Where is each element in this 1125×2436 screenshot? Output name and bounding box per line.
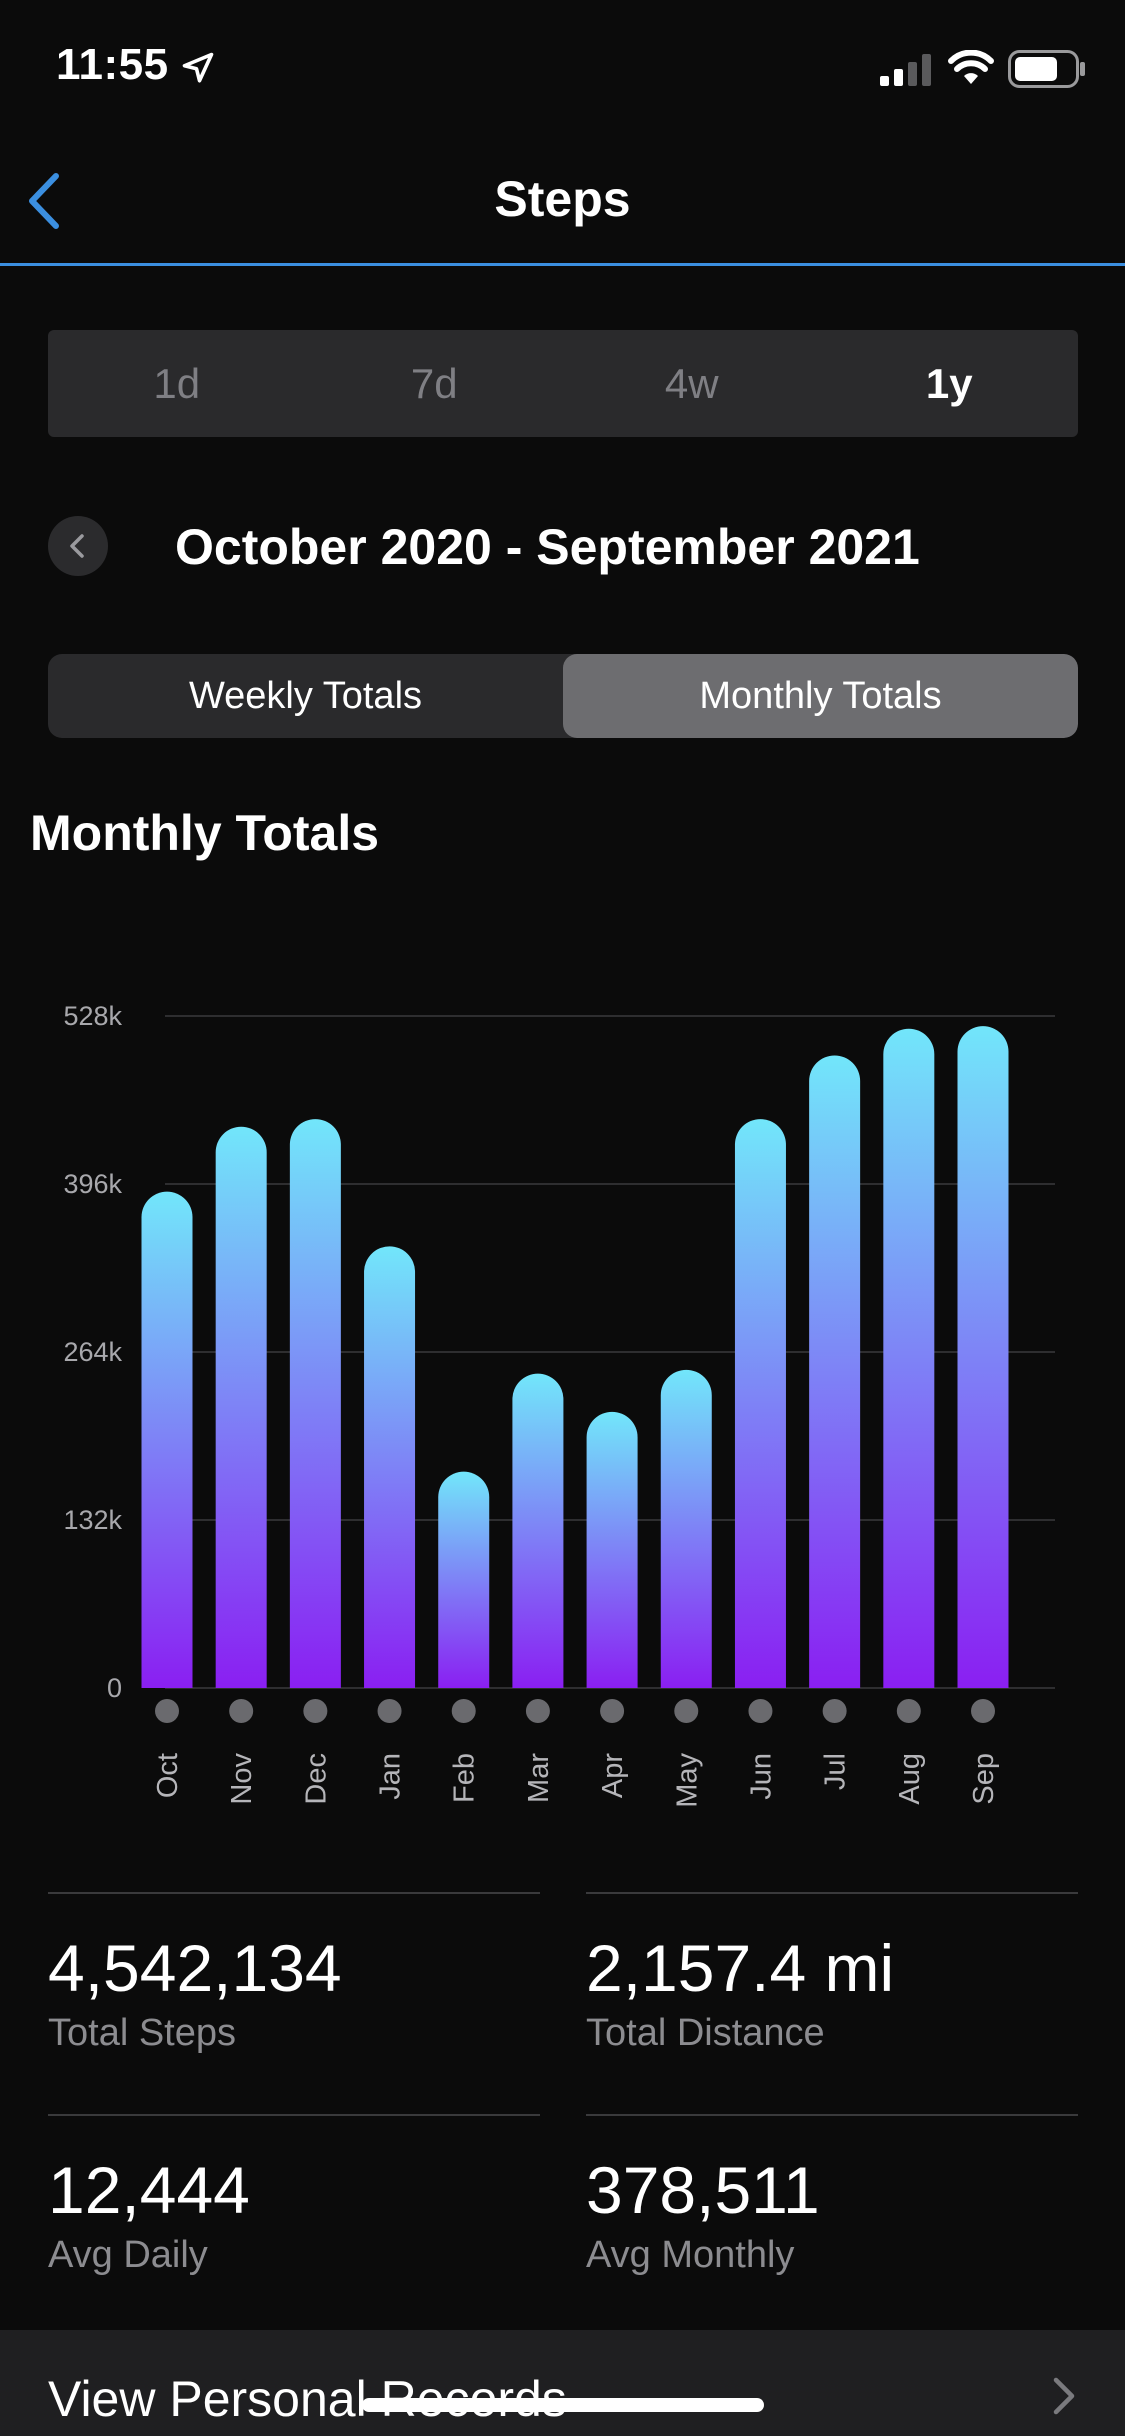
period-tab-7d[interactable]: 7d [306, 330, 564, 437]
x-axis-dot [822, 1699, 847, 1723]
view-personal-records-row[interactable]: View Personal Records [0, 2330, 1125, 2436]
cellular-signal-icon [880, 54, 931, 86]
x-tick-label: Feb [449, 1753, 481, 1803]
x-axis-dot [600, 1699, 625, 1723]
x-axis-dot [377, 1699, 402, 1723]
bar-jun[interactable] [734, 1119, 786, 1688]
x-axis-dot [896, 1699, 921, 1723]
total-distance-stat: 2,157.4 mi Total Distance [586, 1892, 1078, 2054]
x-axis-dot [748, 1699, 773, 1723]
monthly-steps-chart: 0 132k 264k 396k 528k Oct Nov Dec Jan Feb Mar Apr M… [63, 1001, 1055, 1808]
x-axis-dot [525, 1699, 550, 1723]
bar-apr[interactable] [586, 1411, 638, 1688]
x-tick-label: Jul [820, 1753, 852, 1790]
y-tick-label: 264k [63, 1337, 122, 1367]
page-title: Steps [494, 171, 631, 227]
avg-monthly-label: Avg Monthly [586, 2234, 795, 2276]
x-axis-dot [451, 1699, 476, 1723]
x-tick-label: Dec [300, 1753, 332, 1805]
total-steps-label: Total Steps [48, 2012, 236, 2054]
avg-monthly-value: 378,511 [586, 2153, 820, 2227]
bar-oct[interactable] [141, 1191, 193, 1688]
status-bar: 11:55 [0, 0, 1125, 140]
bar-feb[interactable] [438, 1471, 490, 1688]
period-tab-1y[interactable]: 1y [821, 330, 1079, 437]
x-axis-dot [229, 1699, 254, 1723]
chart-section-title: Monthly Totals [30, 805, 380, 861]
nav-bar: Steps [0, 140, 1125, 266]
home-indicator [362, 2398, 764, 2412]
wifi-icon [948, 50, 994, 84]
battery-icon [1008, 50, 1085, 88]
monthly-totals-tab[interactable]: Monthly Totals [563, 654, 1078, 738]
x-axis-dot [674, 1699, 699, 1723]
x-tick-label: Aug [894, 1753, 926, 1805]
chevron-right-icon [1053, 2377, 1075, 2415]
y-tick-label: 396k [63, 1169, 122, 1199]
x-axis-dot [303, 1699, 328, 1723]
y-tick-label: 0 [107, 1673, 122, 1703]
avg-daily-label: Avg Daily [48, 2234, 208, 2276]
bar-may[interactable] [660, 1369, 712, 1688]
bar-sep[interactable] [957, 1026, 1009, 1688]
avg-daily-stat: 12,444 Avg Daily [48, 2114, 540, 2276]
avg-daily-value: 12,444 [48, 2153, 250, 2227]
bar-aug[interactable] [883, 1028, 935, 1688]
x-tick-label: Jun [745, 1753, 777, 1800]
x-axis-dot [971, 1699, 995, 1723]
x-tick-label: Nov [226, 1753, 258, 1805]
bar-mar[interactable] [512, 1373, 564, 1688]
totals-toggle: Weekly Totals Monthly Totals [48, 654, 1078, 738]
x-tick-label: Apr [597, 1753, 629, 1798]
y-tick-label: 132k [63, 1505, 122, 1535]
weekly-totals-tab[interactable]: Weekly Totals [48, 654, 563, 738]
status-time: 11:55 [56, 40, 169, 89]
period-tab-4w[interactable]: 4w [563, 330, 821, 437]
total-distance-value: 2,157.4 mi [586, 1931, 895, 2005]
period-tab-1d[interactable]: 1d [48, 330, 306, 437]
previous-range-button[interactable] [48, 516, 108, 576]
bar-jul[interactable] [809, 1055, 861, 1688]
total-steps-value: 4,542,134 [48, 1931, 342, 2005]
date-range-title: October 2020 - September 2021 [175, 519, 920, 575]
location-arrow-icon [182, 52, 214, 83]
x-tick-label: Oct [152, 1753, 184, 1798]
bar-jan[interactable] [364, 1246, 416, 1688]
x-tick-label: Sep [968, 1753, 1000, 1805]
total-distance-label: Total Distance [586, 2012, 825, 2054]
avg-monthly-stat: 378,511 Avg Monthly [586, 2114, 1078, 2276]
bar-nov[interactable] [215, 1126, 267, 1688]
x-axis-dot [155, 1699, 179, 1723]
x-tick-label: Mar [523, 1753, 555, 1803]
y-tick-label: 528k [63, 1001, 122, 1031]
period-selector: 1d 7d 4w 1y [48, 330, 1078, 437]
x-tick-label: May [671, 1753, 703, 1808]
bar-dec[interactable] [289, 1119, 341, 1688]
x-tick-label: Jan [375, 1753, 407, 1800]
chevron-left-icon [70, 534, 84, 558]
total-steps-stat: 4,542,134 Total Steps [48, 1892, 540, 2054]
